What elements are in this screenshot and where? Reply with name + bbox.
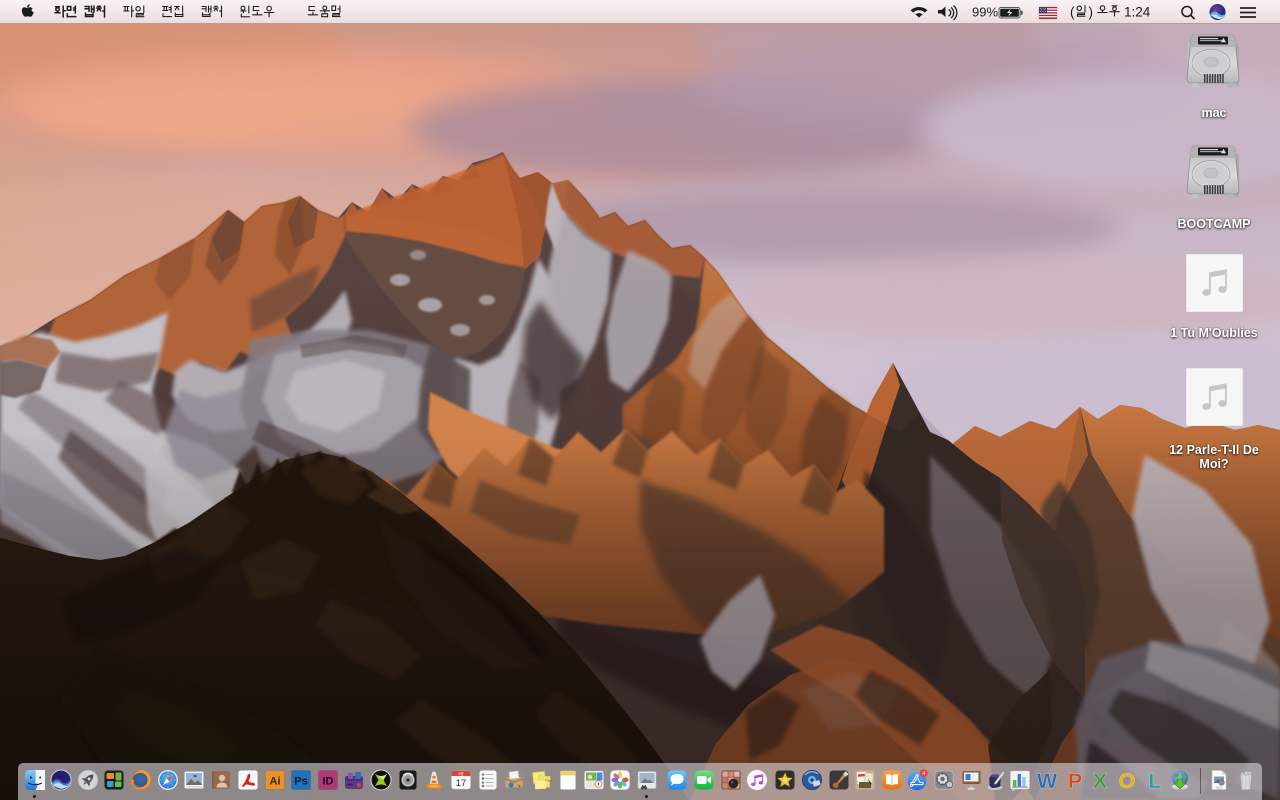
- svg-text:X: X: [1093, 769, 1108, 791]
- svg-text:Page: Page: [544, 778, 551, 783]
- svg-text:1:24: 1:24: [1124, 5, 1151, 20]
- svg-text:Ai: Ai: [269, 776, 280, 788]
- svg-text:(: (: [1070, 5, 1075, 20]
- svg-text:4: 4: [922, 771, 925, 777]
- svg-text:L: L: [1149, 769, 1162, 791]
- svg-text:MOV: MOV: [1216, 786, 1223, 790]
- svg-text:6월: 6월: [458, 771, 463, 776]
- svg-text:99%: 99%: [972, 5, 998, 20]
- svg-text:17: 17: [455, 778, 466, 789]
- svg-text:ID: ID: [322, 776, 333, 788]
- svg-text:O: O: [1119, 769, 1136, 791]
- svg-text:W: W: [1036, 769, 1057, 791]
- svg-text:): ): [1089, 5, 1094, 20]
- svg-text:P: P: [1067, 769, 1081, 791]
- svg-text:Ps: Ps: [294, 776, 307, 788]
